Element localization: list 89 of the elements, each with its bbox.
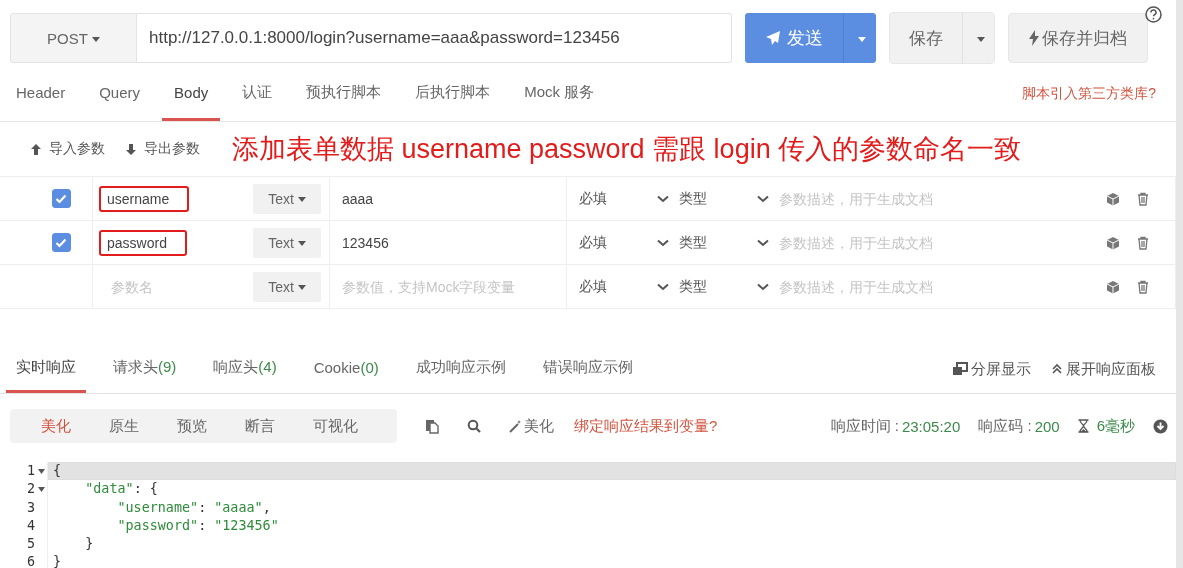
type-dropdown[interactable]: Text xyxy=(253,271,321,302)
bind-variable-link[interactable]: 绑定响应结果到变量? xyxy=(574,416,738,436)
copy-icon[interactable] xyxy=(425,418,439,434)
import-params-button[interactable]: 导入参数 xyxy=(30,140,105,158)
fold-arrow-icon[interactable] xyxy=(37,468,45,474)
param-name-cell[interactable]: username xyxy=(99,185,190,212)
line-number: 1 xyxy=(26,462,35,480)
checkmark-icon xyxy=(55,193,67,204)
type-dropdown[interactable]: Text xyxy=(253,227,321,258)
request-tab[interactable]: Mock 服务 xyxy=(512,67,607,121)
lightning-icon xyxy=(1029,30,1039,46)
line-number: 5 xyxy=(26,535,35,554)
code-line: "username": "aaaa", xyxy=(47,498,1176,517)
response-tab[interactable]: 实时响应 xyxy=(6,345,86,393)
request-tab[interactable]: Header xyxy=(4,67,78,121)
stat-value: 200 xyxy=(1034,417,1060,435)
code-line: "password": "123456" xyxy=(47,516,1176,536)
fold-arrow-icon[interactable] xyxy=(37,486,45,492)
beautify-button[interactable]: 美化 xyxy=(509,416,554,436)
request-tab[interactable]: 后执行脚本 xyxy=(403,67,503,121)
download-icon[interactable] xyxy=(1153,418,1168,434)
trash-icon[interactable] xyxy=(1137,279,1149,294)
trash-icon[interactable] xyxy=(1137,191,1149,206)
param-name-cell[interactable]: password xyxy=(99,229,187,256)
param-value-field[interactable]: aaaa xyxy=(330,189,566,208)
required-dropdown[interactable]: 必填 xyxy=(579,189,607,208)
save-archive-button[interactable]: 保存并归档 xyxy=(1008,13,1148,63)
code-line: } xyxy=(47,553,1176,568)
checkbox[interactable] xyxy=(51,233,71,252)
required-dropdown[interactable]: 必填 xyxy=(579,233,607,252)
response-tab[interactable]: Cookie(0) xyxy=(303,345,389,393)
datatype-dropdown[interactable]: 类型 xyxy=(679,233,707,252)
datatype-dropdown[interactable]: 类型 xyxy=(679,277,707,296)
expand-panel-button[interactable]: 展开响应面板 xyxy=(1051,345,1156,393)
line-number: 6 xyxy=(26,553,35,568)
cube-icon[interactable] xyxy=(1106,235,1120,250)
required-dropdown[interactable]: 必填 xyxy=(579,277,607,296)
checkmark-icon xyxy=(55,237,67,248)
code-line: "data": { xyxy=(47,480,1176,499)
line-number: 2 xyxy=(26,480,35,499)
stat-value: 23:05:20 xyxy=(901,417,961,435)
chevron-down-icon xyxy=(657,238,669,247)
script-library-link[interactable]: 脚本引入第三方类库? xyxy=(1022,67,1176,121)
stat-label: 响应码 : xyxy=(978,416,1032,436)
view-mode-tab[interactable]: 可视化 xyxy=(294,409,377,443)
datatype-dropdown[interactable]: 类型 xyxy=(679,189,707,208)
duration-text: 6毫秒 xyxy=(1096,416,1135,436)
up-arrow-icon xyxy=(30,142,42,156)
view-mode-tab[interactable]: 预览 xyxy=(158,409,226,443)
chevron-down-icon xyxy=(657,282,669,291)
request-tab[interactable]: 认证 xyxy=(230,67,285,121)
chevron-down-icon xyxy=(757,194,769,203)
search-icon[interactable] xyxy=(467,419,481,433)
help-icon[interactable] xyxy=(1145,6,1162,23)
request-tab[interactable]: 预执行脚本 xyxy=(294,67,394,121)
view-mode-tab[interactable]: 断言 xyxy=(226,409,294,443)
chevron-down-icon xyxy=(657,194,669,203)
url-field[interactable]: http://127.0.0.1:8000/login?username=aaa&password=123456 xyxy=(137,13,732,63)
response-tab[interactable]: 响应头(4) xyxy=(203,345,287,393)
response-tab[interactable]: 请求头(9) xyxy=(103,345,187,393)
annotation-text: 添加表单数据 username password 需跟 login 传入的参数命名一致 xyxy=(232,133,1022,166)
magic-wand-icon xyxy=(509,419,522,433)
cube-icon[interactable] xyxy=(1106,191,1120,206)
param-value-field[interactable]: 123456 xyxy=(330,233,566,252)
request-tab[interactable]: Body xyxy=(162,67,221,121)
stat-label: 响应时间 : xyxy=(830,416,899,436)
checkbox[interactable] xyxy=(51,189,71,208)
param-value-field[interactable]: 参数值，支持Mock字段变量 xyxy=(330,277,566,296)
double-chevron-up-icon xyxy=(1051,363,1063,375)
down-arrow-icon xyxy=(125,142,137,156)
type-dropdown[interactable]: Text xyxy=(253,183,321,214)
trash-icon[interactable] xyxy=(1137,235,1149,250)
line-number: 3 xyxy=(26,498,35,517)
cube-icon[interactable] xyxy=(1106,279,1120,294)
hourglass-icon xyxy=(1077,419,1089,433)
request-tab[interactable]: Query xyxy=(87,67,153,121)
line-number: 4 xyxy=(26,516,35,535)
view-mode-tab[interactable]: 原生 xyxy=(90,409,158,443)
response-tab[interactable]: 错误响应示例 xyxy=(532,345,643,393)
chevron-down-icon xyxy=(757,238,769,247)
split-view-button[interactable]: 分屏显示 xyxy=(952,345,1031,393)
response-tab[interactable]: 成功响应示例 xyxy=(405,345,516,393)
windows-icon xyxy=(952,362,968,376)
method-dropdown[interactable]: POST xyxy=(10,13,137,63)
code-line: } xyxy=(47,535,1176,554)
chevron-down-icon xyxy=(757,282,769,291)
view-mode-tab[interactable]: 美化 xyxy=(22,409,90,443)
paper-plane-icon xyxy=(765,30,781,46)
export-params-button[interactable]: 导出参数 xyxy=(125,140,200,158)
